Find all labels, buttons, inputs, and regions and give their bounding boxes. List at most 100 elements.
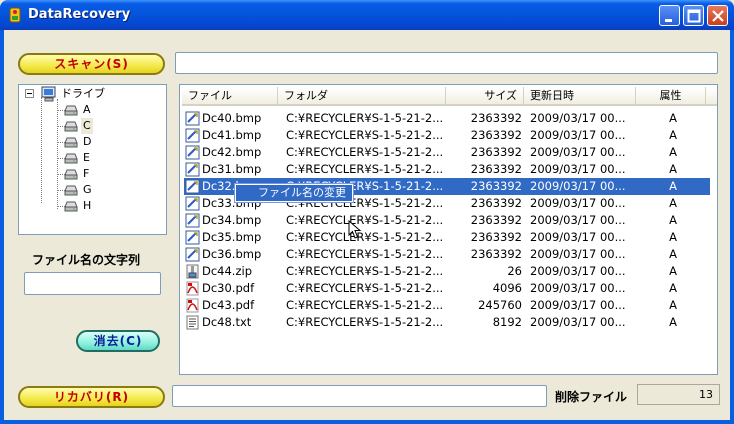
tree-connector: [57, 99, 58, 209]
drive-tree[interactable]: ドライブ ACDEFGH: [18, 84, 167, 235]
column-header-folder[interactable]: フォルダ: [278, 87, 446, 106]
size-cell: 245760: [478, 298, 522, 312]
client-area: スキャン(S) ドライブ ACDEFGH ファイル名の文字列 消去(C) ファイ…: [4, 30, 730, 420]
file-name-cell: Dc30.pdf: [202, 281, 255, 295]
drive-icon: [64, 105, 78, 116]
file-name-cell: Dc41.bmp: [202, 128, 262, 142]
table-row[interactable]: Dc42.bmp C:¥RECYCLER¥S-1-5-21-2... 2363392…: [184, 144, 710, 161]
file-name-cell: Dc48.txt: [202, 315, 252, 329]
filename-filter-input[interactable]: [24, 272, 161, 295]
attribute-cell: A: [669, 230, 677, 244]
bmp-icon: [185, 196, 200, 211]
size-cell: 26: [507, 264, 522, 278]
attribute-cell: A: [669, 162, 677, 176]
rename-menu-item[interactable]: ファイル名の変更: [258, 186, 346, 199]
file-list[interactable]: ファイル フォルダ サイズ 更新日時 属性 Dc40.bmp C:¥RECYCLE…: [179, 84, 718, 375]
tree-drive-h[interactable]: H: [81, 198, 93, 214]
size-cell: 2363392: [470, 196, 522, 210]
table-row[interactable]: Dc34.bmp C:¥RECYCLER¥S-1-5-21-2... 2363392…: [184, 212, 710, 229]
deleted-files-label: 削除ファイル: [555, 390, 628, 404]
recover-path-field[interactable]: [172, 385, 547, 407]
modified-cell: 2009/03/17 00...: [530, 162, 626, 176]
bmp-icon: [185, 179, 200, 194]
table-row[interactable]: Dc40.bmp C:¥RECYCLER¥S-1-5-21-2... 2363392…: [184, 110, 710, 127]
table-row[interactable]: Dc43.pdf C:¥RECYCLER¥S-1-5-21-2... 245760 2…: [184, 297, 710, 314]
bmp-icon: [185, 213, 200, 228]
tree-drive-e[interactable]: E: [81, 150, 92, 166]
close-button[interactable]: [707, 5, 728, 26]
attribute-cell: A: [669, 298, 677, 312]
mouse-cursor-icon: [348, 220, 362, 239]
zip-icon: [186, 264, 199, 279]
tree-drive-c[interactable]: C: [81, 118, 93, 134]
drive-icon: [64, 185, 78, 196]
bmp-icon: [185, 247, 200, 262]
size-cell: 2363392: [470, 145, 522, 159]
tree-drive-d[interactable]: D: [81, 134, 93, 150]
table-row[interactable]: Dc48.txt C:¥RECYCLER¥S-1-5-21-2... 8192 200…: [184, 314, 710, 331]
scan-path-field[interactable]: [175, 52, 718, 74]
folder-cell: C:¥RECYCLER¥S-1-5-21-2...: [286, 162, 444, 176]
bmp-icon: [185, 162, 200, 177]
size-cell: 2363392: [470, 230, 522, 244]
folder-cell: C:¥RECYCLER¥S-1-5-21-2...: [286, 213, 444, 227]
attribute-cell: A: [669, 145, 677, 159]
folder-cell: C:¥RECYCLER¥S-1-5-21-2...: [286, 264, 444, 278]
app-window: DataRecovery スキャン(S) ドライブ ACDEFGH ファイル名の…: [0, 0, 734, 424]
tree-root-label[interactable]: ドライブ: [61, 86, 105, 102]
attribute-cell: A: [669, 128, 677, 142]
modified-cell: 2009/03/17 00...: [530, 145, 626, 159]
close-icon: [712, 10, 724, 22]
table-row[interactable]: Dc41.bmp C:¥RECYCLER¥S-1-5-21-2... 2363392…: [184, 127, 710, 144]
attribute-cell: A: [669, 264, 677, 278]
table-row[interactable]: Dc35.bmp C:¥RECYCLER¥S-1-5-21-2... 2363392…: [184, 229, 710, 246]
collapse-icon[interactable]: [25, 89, 34, 98]
drive-icon: [64, 201, 78, 212]
tree-drive-a[interactable]: A: [81, 102, 93, 118]
attribute-cell: A: [669, 281, 677, 295]
modified-cell: 2009/03/17 00...: [530, 111, 626, 125]
modified-cell: 2009/03/17 00...: [530, 298, 626, 312]
minimize-button[interactable]: [659, 5, 680, 26]
file-name-cell: Dc35.bmp: [202, 230, 262, 244]
computer-icon: [41, 86, 56, 102]
folder-cell: C:¥RECYCLER¥S-1-5-21-2...: [286, 315, 444, 329]
attribute-cell: A: [669, 179, 677, 193]
pdf-icon: [186, 281, 199, 296]
tree-connector: [41, 97, 42, 203]
attribute-cell: A: [669, 196, 677, 210]
attribute-cell: A: [669, 247, 677, 261]
context-menu: ファイル名の変更: [234, 183, 354, 203]
scan-button[interactable]: スキャン(S): [18, 53, 165, 75]
size-cell: 2363392: [470, 162, 522, 176]
modified-cell: 2009/03/17 00...: [530, 264, 626, 278]
attribute-cell: A: [669, 111, 677, 125]
folder-cell: C:¥RECYCLER¥S-1-5-21-2...: [286, 298, 444, 312]
column-header-attributes[interactable]: 属性: [636, 87, 706, 106]
size-cell: 4096: [492, 281, 522, 295]
recover-button[interactable]: リカバリ(R): [18, 386, 165, 408]
table-row[interactable]: Dc36.bmp C:¥RECYCLER¥S-1-5-21-2... 2363392…: [184, 246, 710, 263]
column-header-size[interactable]: サイズ: [446, 87, 524, 106]
folder-cell: C:¥RECYCLER¥S-1-5-21-2...: [286, 247, 444, 261]
modified-cell: 2009/03/17 00...: [530, 128, 626, 142]
filename-string-label: ファイル名の文字列: [32, 253, 141, 267]
column-header-modified[interactable]: 更新日時: [524, 87, 636, 106]
title-bar[interactable]: DataRecovery: [0, 0, 734, 30]
modified-cell: 2009/03/17 00...: [530, 281, 626, 295]
folder-cell: C:¥RECYCLER¥S-1-5-21-2...: [286, 281, 444, 295]
tree-drive-g[interactable]: G: [81, 182, 94, 198]
maximize-button[interactable]: [683, 5, 704, 26]
window-title: DataRecovery: [28, 7, 131, 22]
table-row[interactable]: Dc31.bmp C:¥RECYCLER¥S-1-5-21-2... 2363392…: [184, 161, 710, 178]
deleted-files-count: 13: [637, 384, 720, 405]
column-header-file[interactable]: ファイル: [182, 87, 278, 106]
drive-icon: [64, 169, 78, 180]
table-row[interactable]: Dc30.pdf C:¥RECYCLER¥S-1-5-21-2... 4096 200…: [184, 280, 710, 297]
modified-cell: 2009/03/17 00...: [530, 213, 626, 227]
clear-button[interactable]: 消去(C): [76, 330, 160, 352]
tree-drive-f[interactable]: F: [81, 166, 91, 182]
file-name-cell: Dc44.zip: [202, 264, 252, 278]
modified-cell: 2009/03/17 00...: [530, 196, 626, 210]
table-row[interactable]: Dc44.zip C:¥RECYCLER¥S-1-5-21-2... 26 2009/…: [184, 263, 710, 280]
